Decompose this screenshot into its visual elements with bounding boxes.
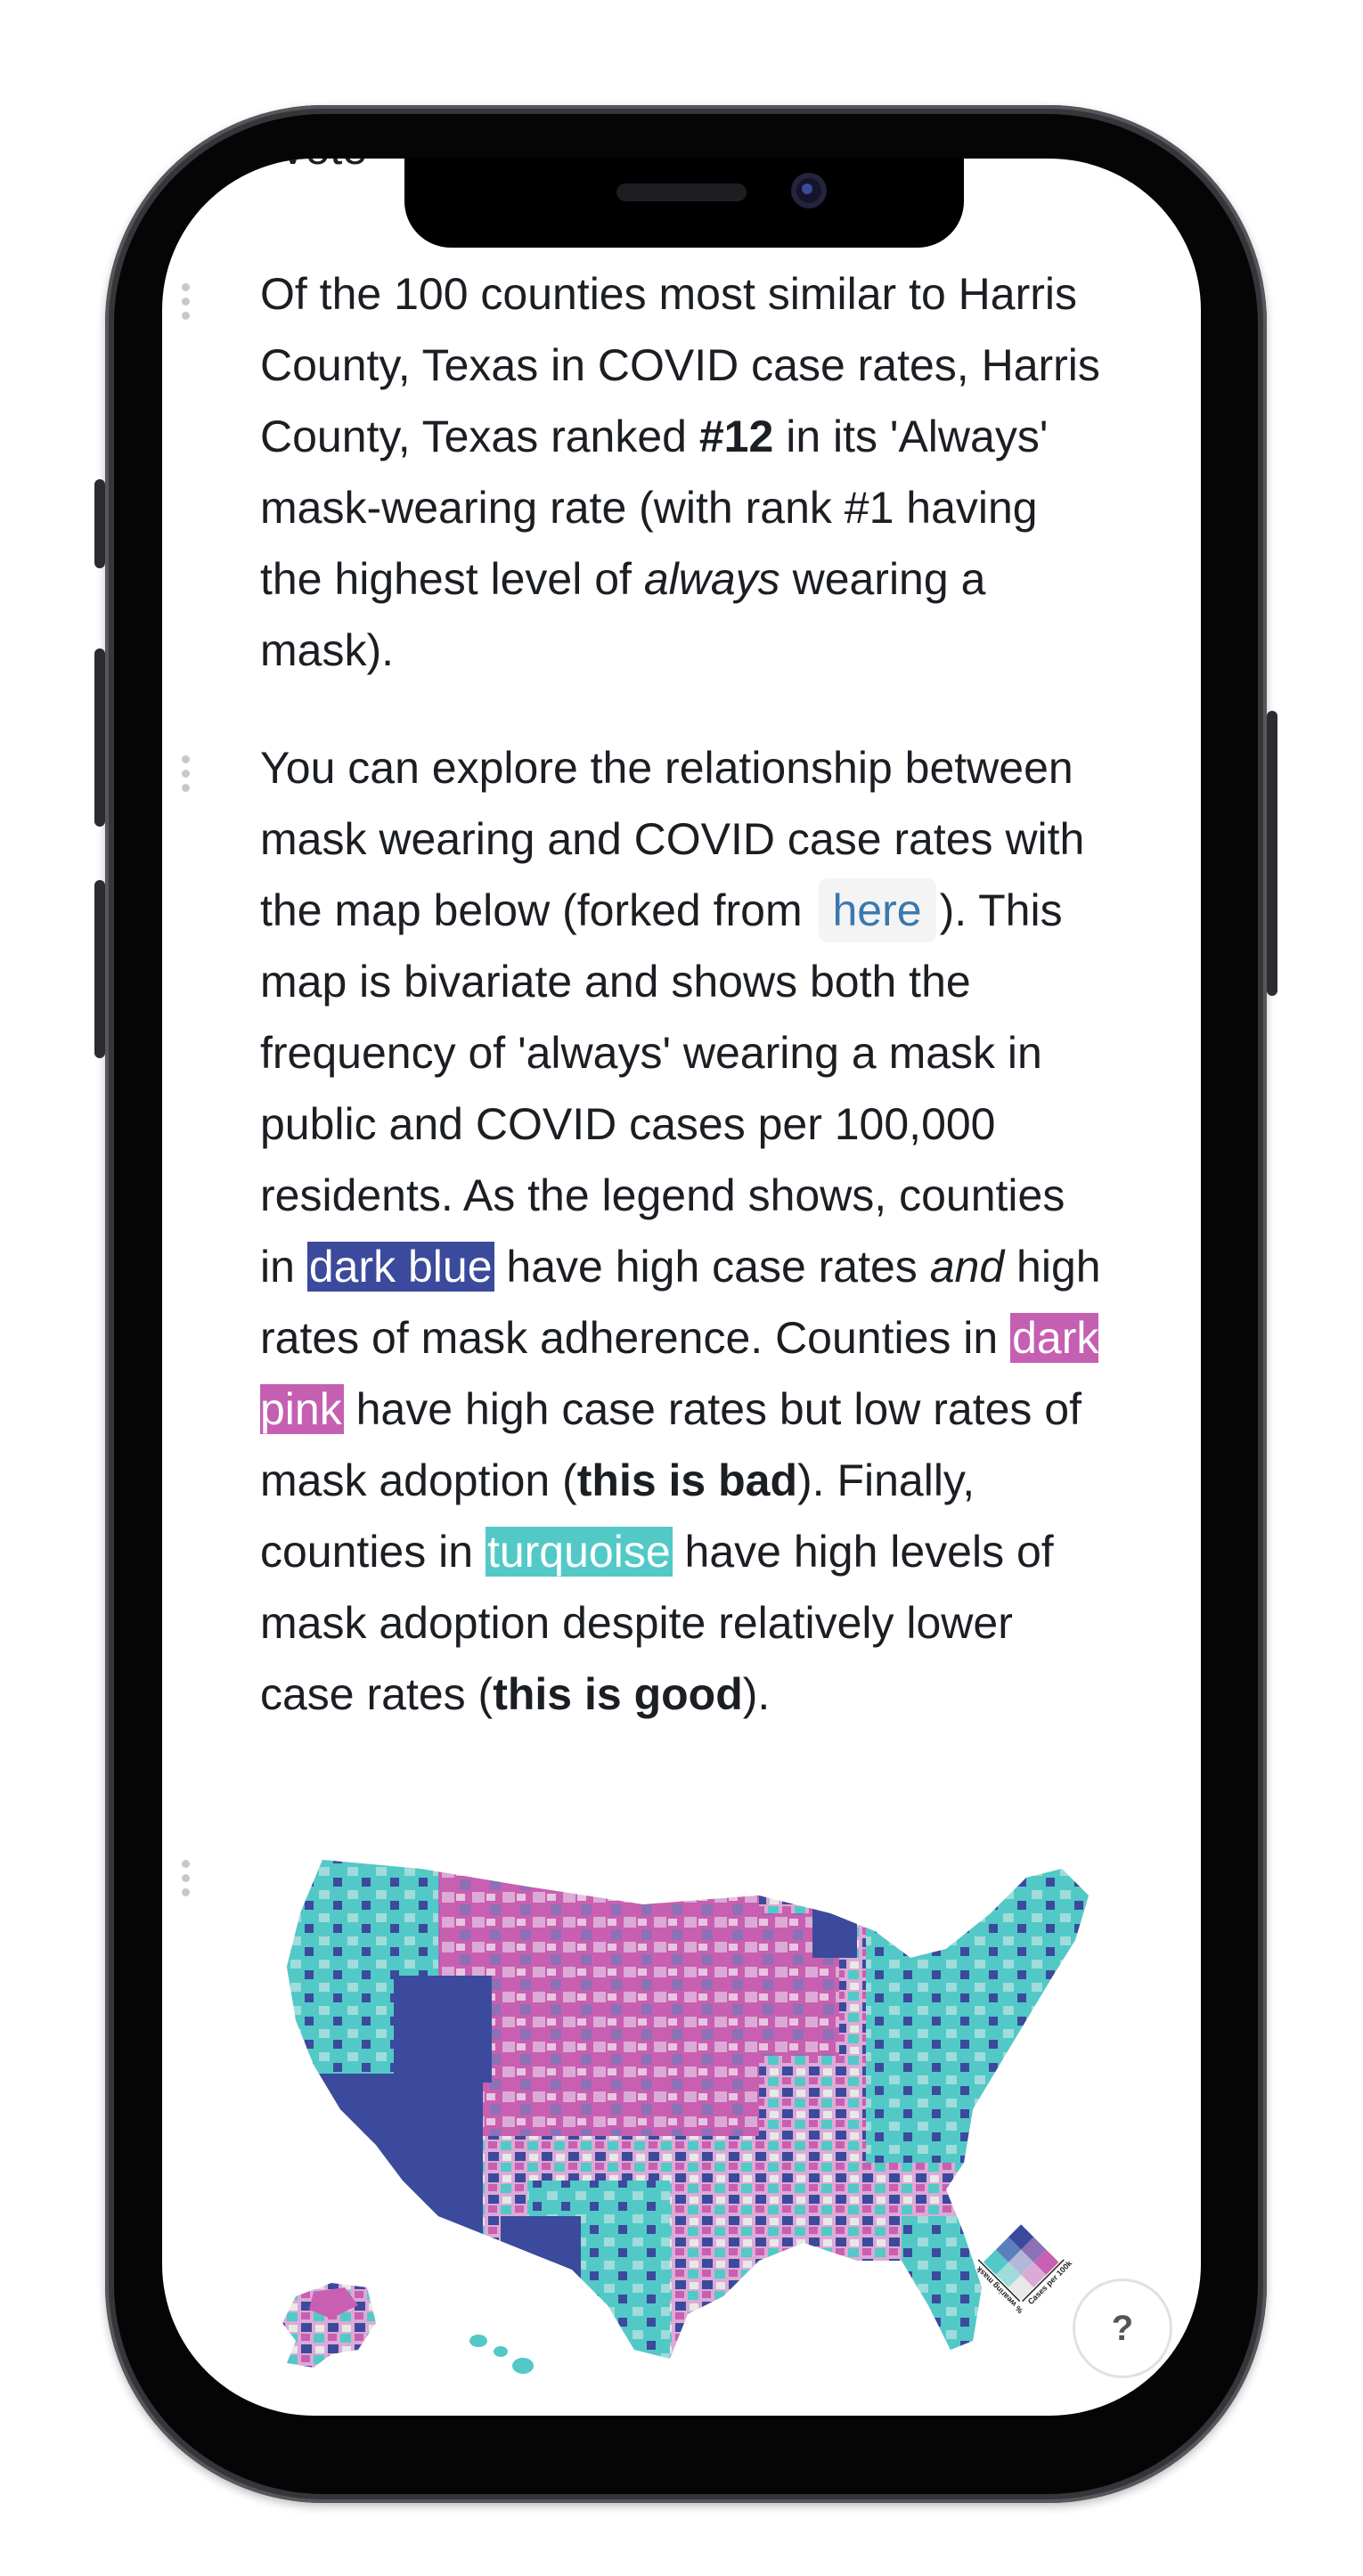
map-legend: Cases per 100k % wearing mask	[974, 2224, 1074, 2315]
screen: Vote Of the 100 counties most similar to…	[162, 159, 1201, 2416]
this-is-bad: this is bad	[576, 1455, 798, 1505]
turquoise-highlight: turquoise	[485, 1527, 673, 1577]
hawaii	[469, 2335, 534, 2374]
paragraph-ranking: Of the 100 counties most similar to Harr…	[260, 258, 1106, 686]
speaker-grille	[616, 183, 747, 201]
here-link[interactable]: here	[818, 878, 936, 942]
drag-handle-icon[interactable]	[182, 1860, 191, 1903]
dark-blue-highlight: dark blue	[306, 1242, 494, 1292]
para2-text-2: ). This map is bivariate and shows both …	[260, 885, 1065, 1292]
map-svg: Cases per 100k % wearing mask	[282, 1860, 1089, 2374]
cutoff-text: Vote	[278, 159, 367, 175]
paragraph-map-description: You can explore the relationship between…	[260, 732, 1106, 1730]
drag-handle-icon[interactable]	[182, 283, 191, 326]
volume-down-button	[94, 880, 105, 1058]
notch	[404, 159, 964, 248]
volume-up-button	[94, 648, 105, 827]
para2-text-3: have high case rates	[494, 1242, 930, 1292]
bivariate-map[interactable]: Cases per 100k % wearing mask	[260, 1842, 1106, 2376]
rank-value: #12	[698, 412, 774, 461]
para2-text-8: ).	[742, 1669, 771, 1719]
always-emphasis: always	[643, 554, 780, 604]
contiguous-us	[287, 1860, 1089, 2359]
help-button[interactable]: ?	[1073, 2278, 1172, 2378]
front-camera-icon	[791, 173, 827, 208]
power-button	[1267, 711, 1277, 996]
this-is-good: this is good	[493, 1669, 743, 1719]
silent-switch	[94, 479, 105, 568]
alaska	[282, 2283, 376, 2368]
drag-handle-icon[interactable]	[182, 755, 191, 798]
and-emphasis: and	[929, 1242, 1005, 1292]
